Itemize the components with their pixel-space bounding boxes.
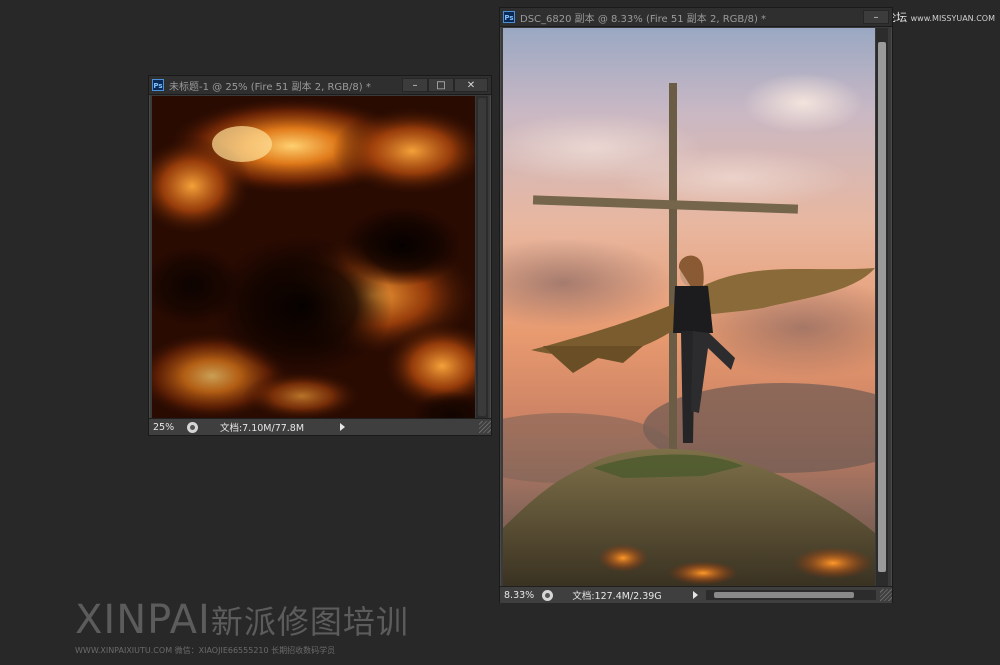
status-bar: 25% 文档:7.10M/77.8M bbox=[149, 418, 491, 435]
status-menu-arrow-icon[interactable] bbox=[693, 591, 698, 599]
canvas-fire-image[interactable] bbox=[152, 96, 475, 418]
document-window-fire[interactable]: Ps 未标题-1 @ 25% (Fire 51 副本 2, RGB/8) * –… bbox=[148, 75, 492, 436]
watermark-contact-line: WWW.XINPAIXIUTU.COM 微信：XIAOJIE66555210 长… bbox=[75, 646, 336, 655]
scrollbar-thumb[interactable] bbox=[478, 98, 486, 416]
resize-grip-icon[interactable] bbox=[479, 421, 491, 433]
photoshop-icon: Ps bbox=[503, 11, 515, 23]
status-info-icon[interactable] bbox=[542, 589, 553, 601]
vertical-scrollbar[interactable] bbox=[876, 28, 888, 586]
zoom-level[interactable]: 8.33% bbox=[500, 590, 542, 601]
status-menu-arrow-icon[interactable] bbox=[340, 423, 345, 431]
horizontal-scrollbar[interactable] bbox=[706, 590, 876, 600]
scrollbar-thumb[interactable] bbox=[714, 592, 854, 598]
watermark-brand-cn: 新派修图培训 bbox=[210, 603, 409, 641]
resize-grip-icon[interactable] bbox=[880, 589, 892, 601]
status-bar: 8.33% 文档:127.4M/2.39G bbox=[500, 586, 892, 603]
document-window-composite[interactable]: Ps DSC_6820 副本 @ 8.33% (Fire 51 副本 2, RG… bbox=[499, 7, 893, 603]
photoshop-icon: Ps bbox=[152, 79, 164, 91]
maximize-icon[interactable]: □ bbox=[428, 78, 454, 92]
watermark-brand: XINPAI bbox=[75, 597, 211, 643]
window-titlebar[interactable]: Ps 未标题-1 @ 25% (Fire 51 副本 2, RGB/8) * –… bbox=[149, 76, 491, 95]
close-icon[interactable]: ✕ bbox=[454, 78, 488, 92]
zoom-level[interactable]: 25% bbox=[149, 422, 187, 433]
window-title: DSC_6820 副本 @ 8.33% (Fire 51 副本 2, RGB/8… bbox=[520, 13, 767, 25]
minimize-icon[interactable]: – bbox=[863, 10, 889, 24]
window-title: 未标题-1 @ 25% (Fire 51 副本 2, RGB/8) * bbox=[169, 81, 371, 93]
xinpai-watermark: XINPAI新派修图培训 WWW.XINPAIXIUTU.COM 微信：XIAO… bbox=[75, 600, 409, 656]
window-titlebar[interactable]: Ps DSC_6820 副本 @ 8.33% (Fire 51 副本 2, RG… bbox=[500, 8, 892, 27]
status-info-icon[interactable] bbox=[187, 421, 198, 433]
vertical-scrollbar[interactable] bbox=[476, 96, 488, 418]
document-size-info: 文档:127.4M/2.39G bbox=[572, 591, 662, 602]
site-watermark-url: www.MISSYUAN.COM bbox=[910, 14, 995, 23]
scrollbar-thumb[interactable] bbox=[878, 42, 886, 572]
document-size-info: 文档:7.10M/77.8M bbox=[219, 423, 305, 434]
angel-cross-scene bbox=[503, 28, 875, 586]
minimize-icon[interactable]: – bbox=[402, 78, 428, 92]
fire-texture bbox=[152, 96, 475, 418]
canvas-composite-image[interactable] bbox=[503, 28, 875, 586]
